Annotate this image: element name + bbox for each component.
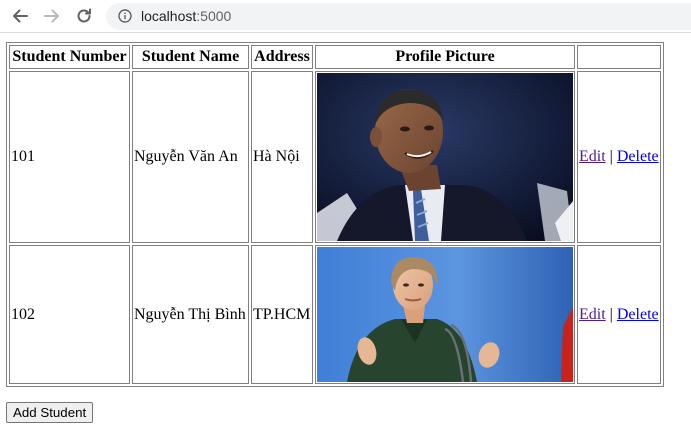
edit-link[interactable]: Edit	[579, 148, 606, 165]
url-text: localhost:5000	[141, 8, 231, 24]
cell-student-number: 102	[9, 245, 130, 384]
back-arrow-icon[interactable]	[8, 4, 32, 28]
cell-student-name: Nguyễn Văn An	[132, 71, 249, 243]
table-row: 101 Nguyễn Văn An Hà Nội Edit | Delete	[9, 71, 661, 243]
reload-icon[interactable]	[72, 4, 96, 28]
table-header-row: Student Number Student Name Address Prof…	[9, 45, 661, 69]
students-table: Student Number Student Name Address Prof…	[6, 42, 664, 387]
delete-link[interactable]: Delete	[617, 306, 659, 323]
cell-address: TP.HCM	[251, 245, 313, 384]
header-address: Address	[251, 45, 313, 69]
header-student-number: Student Number	[9, 45, 130, 69]
header-profile-picture: Profile Picture	[315, 45, 575, 69]
action-separator: |	[609, 305, 613, 323]
profile-photo	[317, 247, 573, 382]
cell-student-number: 101	[9, 71, 130, 243]
header-student-name: Student Name	[132, 45, 249, 69]
address-bar[interactable]: localhost:5000	[106, 3, 691, 30]
action-separator: |	[609, 148, 613, 165]
profile-photo	[317, 73, 573, 241]
url-port: :5000	[196, 8, 232, 24]
cell-actions: Edit | Delete	[577, 71, 661, 243]
delete-link[interactable]: Delete	[617, 148, 659, 165]
header-actions	[577, 45, 661, 69]
browser-toolbar: localhost:5000	[0, 0, 691, 33]
add-student-button[interactable]: Add Student	[6, 402, 94, 423]
info-icon[interactable]	[118, 9, 132, 23]
cell-student-name: Nguyễn Thị Bình	[132, 245, 249, 384]
cell-profile-picture	[315, 245, 575, 384]
cell-address: Hà Nội	[251, 71, 313, 243]
cell-profile-picture	[315, 71, 575, 243]
table-row: 102 Nguyễn Thị Bình TP.HCM Edit | Delete	[9, 245, 661, 384]
cell-actions: Edit | Delete	[577, 245, 661, 384]
forward-arrow-icon[interactable]	[40, 4, 64, 28]
url-host: localhost	[141, 8, 197, 24]
edit-link[interactable]: Edit	[579, 306, 606, 323]
